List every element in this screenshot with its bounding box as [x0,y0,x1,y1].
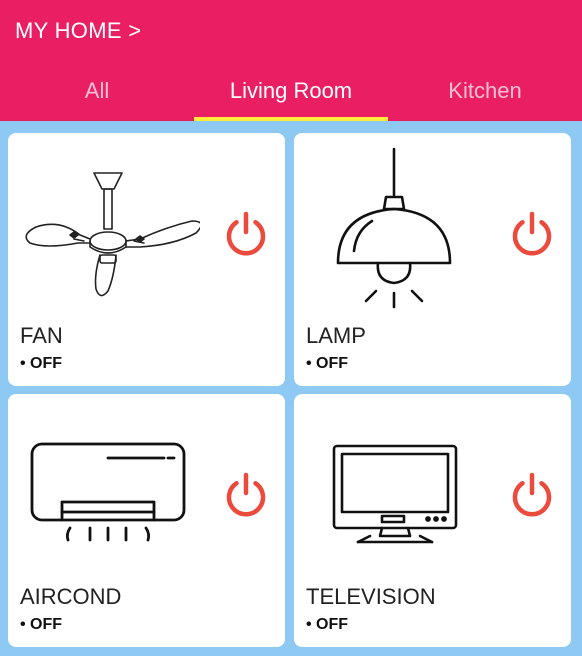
ceiling-fan-icon [25,172,200,297]
device-status: • OFF [20,355,63,372]
app-bar: MY HOME > All Living Room Kitchen [0,0,582,121]
lamp-power-button[interactable] [508,210,556,258]
pendant-lamp-icon [336,147,452,309]
device-status: • OFF [20,616,63,633]
device-card-lamp[interactable]: LAMP • OFF [294,133,571,386]
fan-power-button[interactable] [222,210,270,258]
device-name: LAMP [306,323,366,348]
device-card-aircond[interactable]: AIRCOND • OFF [8,394,285,647]
device-status: • OFF [306,616,349,633]
device-status: • OFF [306,355,349,372]
device-card-television[interactable]: TELEVISION • OFF [294,394,571,647]
television-icon [332,444,458,544]
air-conditioner-icon [30,442,186,542]
device-name: AIRCOND [20,584,122,609]
aircond-power-button[interactable] [222,471,270,519]
device-name: FAN [20,323,63,348]
television-power-button[interactable] [508,471,556,519]
active-tab-indicator [194,117,388,121]
tab-all[interactable]: All [0,78,194,104]
device-name: TELEVISION [306,584,436,609]
tab-kitchen[interactable]: Kitchen [388,78,582,104]
home-title-button[interactable]: MY HOME > [15,18,141,44]
tab-living-room[interactable]: Living Room [194,78,388,104]
device-card-fan[interactable]: FAN • OFF [8,133,285,386]
